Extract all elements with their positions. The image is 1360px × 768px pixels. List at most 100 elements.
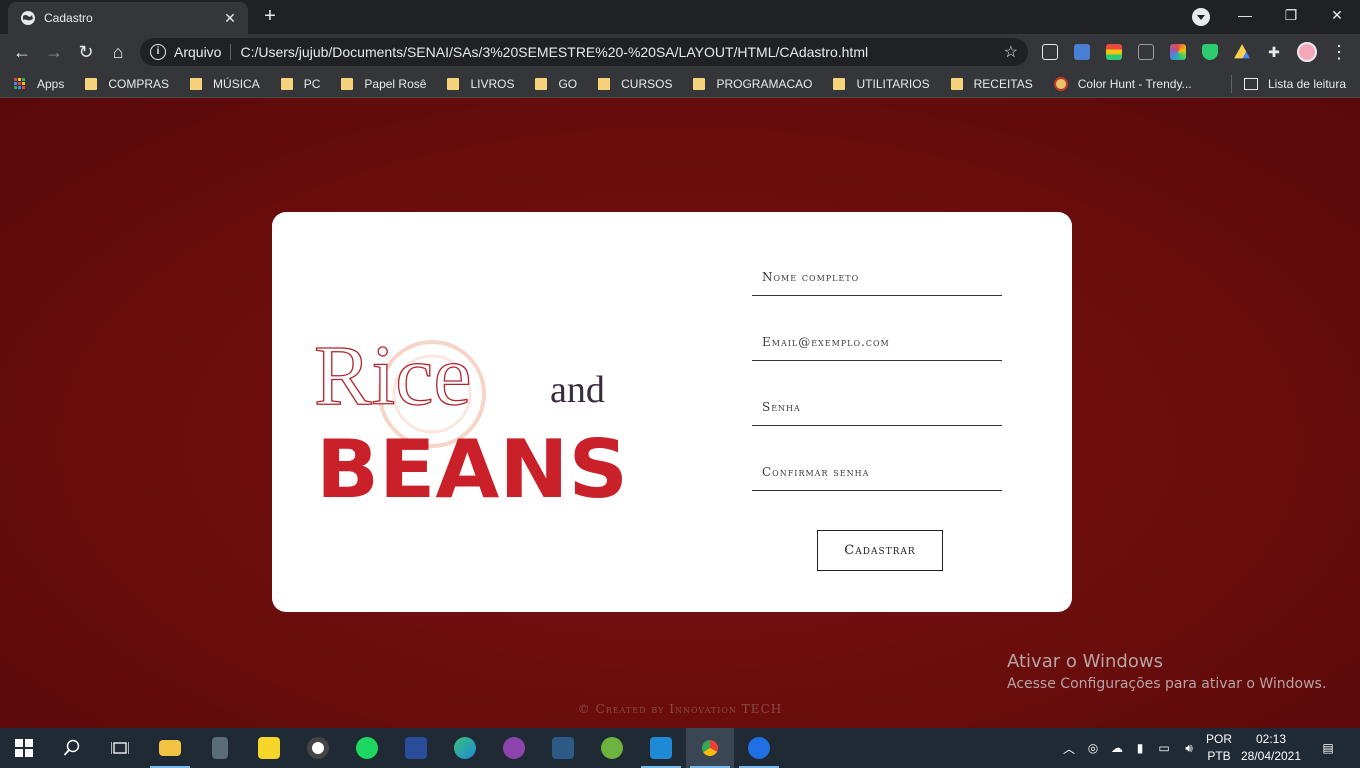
tab-title: Cadastro <box>44 11 93 25</box>
notification-center-icon[interactable]: ▤ <box>1318 728 1338 768</box>
register-button[interactable]: Cadastrar <box>817 530 943 571</box>
bookmark-pc[interactable]: PC <box>280 76 321 91</box>
tab-cadastro[interactable]: Cadastro ✕ <box>8 2 248 34</box>
disc-icon <box>307 737 329 759</box>
folder-icon <box>535 77 548 90</box>
reading-list-label: Lista de leitura <box>1267 76 1346 91</box>
taskbar-calculator[interactable] <box>196 728 244 768</box>
volume-icon[interactable]: 🔊︎ <box>1180 728 1198 768</box>
info-icon[interactable]: i <box>150 44 166 60</box>
github-icon <box>503 737 525 759</box>
taskbar-spotify[interactable] <box>343 728 391 768</box>
bookmark-cursos[interactable]: CURSOS <box>598 77 672 91</box>
bookmark-label: COMPRAS <box>108 76 170 91</box>
tab-search-icon[interactable] <box>1192 8 1210 26</box>
folder-icon <box>598 77 611 90</box>
bookmark-utilitarios[interactable]: UTILITARIOS <box>833 77 930 91</box>
logo-rice-text: Rice <box>314 327 472 423</box>
taskbar-edge[interactable] <box>441 728 489 768</box>
taskbar-word-app[interactable] <box>392 728 440 768</box>
task-view-icon <box>111 742 129 754</box>
bookmark-apps[interactable]: Apps <box>14 77 64 91</box>
clock-date: 28/04/2021 <box>1240 749 1302 763</box>
bookmark-compras[interactable]: COMPRAS <box>85 77 169 91</box>
taskbar-media-player[interactable] <box>294 728 342 768</box>
shield-icon[interactable] <box>1202 44 1218 60</box>
page-footer: © Created by Innovation TECH <box>577 702 783 716</box>
confirm-password-input[interactable] <box>752 453 1002 491</box>
taskbar-github-desktop[interactable] <box>490 728 538 768</box>
url-text[interactable]: C:/Users/jujub/Documents/SENAI/SAs/3%20S… <box>240 44 868 60</box>
globe-icon <box>21 11 35 25</box>
restore-button[interactable]: ❐ <box>1268 0 1314 30</box>
folder-icon <box>833 77 846 90</box>
folder-icon <box>280 77 293 90</box>
color-picker-icon[interactable] <box>1170 44 1186 60</box>
spotify-icon <box>356 737 378 759</box>
tray-meet-icon[interactable]: ◎ <box>1086 728 1100 768</box>
bookmark-label: LIVROS <box>470 76 515 91</box>
taskbar-vscode[interactable] <box>637 728 685 768</box>
taskbar-sticky-notes[interactable] <box>245 728 293 768</box>
reload-button[interactable]: ↻ <box>72 38 100 66</box>
extension-stack-icon[interactable] <box>1106 44 1122 60</box>
microphone-icon[interactable]: ▮ <box>1134 728 1146 768</box>
folder-icon <box>85 77 98 90</box>
bookmark-label: MÚSICA <box>213 76 260 91</box>
system-clock[interactable]: 02:13 28/04/2021 <box>1236 731 1306 765</box>
windows-activation-watermark: Ativar o Windows Acesse Configurações pa… <box>1007 651 1326 692</box>
folder-icon <box>190 77 203 90</box>
taskbar-spring-tool[interactable] <box>588 728 636 768</box>
reading-list-button[interactable]: Lista de leitura <box>1230 70 1346 97</box>
taskbar-mysql-workbench[interactable] <box>539 728 587 768</box>
start-button[interactable] <box>0 728 48 768</box>
translate-icon[interactable] <box>1074 44 1090 60</box>
folder-icon <box>159 740 181 756</box>
rice-and-beans-logo: Rice and BEANS <box>313 326 628 512</box>
bookmark-label: Papel Rosê <box>364 76 427 91</box>
taskbar-chrome[interactable] <box>686 728 734 768</box>
task-view-button[interactable] <box>96 728 144 768</box>
folder-icon <box>950 77 963 90</box>
bookmark-programacao[interactable]: PROGRAMACAO <box>693 77 812 91</box>
onedrive-cloud-icon[interactable]: ☁ <box>1108 728 1126 768</box>
profile-avatar[interactable] <box>1297 42 1317 62</box>
tab-strip: Cadastro ✕ + — ❐ ✕ <box>0 0 1360 34</box>
bookmark-livros[interactable]: LIVROS <box>447 77 514 91</box>
bookmark-papel-rose[interactable]: Papel Rosê <box>341 77 426 91</box>
bookmark-star-icon[interactable]: ☆ <box>1004 42 1018 62</box>
cast-icon[interactable] <box>1042 44 1058 60</box>
tray-chevron-up-icon[interactable]: ︿ <box>1062 728 1076 768</box>
network-icon[interactable]: ▭ <box>1156 728 1172 768</box>
bookmark-color-hunt[interactable]: Color Hunt - Trendy... <box>1053 76 1192 91</box>
full-name-input[interactable] <box>752 258 1002 296</box>
taskbar-app-blue[interactable] <box>735 728 783 768</box>
password-input[interactable] <box>752 388 1002 426</box>
taskbar-file-explorer[interactable] <box>146 728 194 768</box>
reader-icon[interactable] <box>1138 44 1154 60</box>
browser-toolbar: ← → ↻ ⌂ i Arquivo C:/Users/jujub/Documen… <box>0 34 1360 70</box>
search-button[interactable] <box>48 728 96 768</box>
edge-icon <box>454 737 476 759</box>
email-field-row <box>752 317 1002 382</box>
new-tab-button[interactable]: + <box>258 5 282 29</box>
tab-close-icon[interactable]: ✕ <box>222 10 238 27</box>
logo-and-text: and <box>550 369 605 411</box>
forward-button[interactable]: → <box>40 38 68 66</box>
menu-kebab-icon[interactable]: ⋮ <box>1325 38 1353 66</box>
email-input[interactable] <box>752 323 1002 361</box>
bookmark-receitas[interactable]: RECEITAS <box>950 77 1033 91</box>
extensions-puzzle-icon[interactable]: ✚ <box>1266 44 1282 60</box>
home-button[interactable]: ⌂ <box>104 38 132 66</box>
drive-icon[interactable] <box>1234 44 1250 59</box>
bookmark-label: PC <box>303 76 321 91</box>
language-indicator[interactable]: POR PTB <box>1204 731 1234 765</box>
bookmark-go[interactable]: GO <box>535 77 577 91</box>
back-button[interactable]: ← <box>8 38 36 66</box>
address-bar[interactable]: i Arquivo C:/Users/jujub/Documents/SENAI… <box>140 38 1028 66</box>
window-close-button[interactable]: ✕ <box>1314 0 1360 30</box>
bookmark-musica[interactable]: MÚSICA <box>190 77 260 91</box>
bookmark-label: GO <box>558 76 578 91</box>
minimize-button[interactable]: — <box>1222 0 1268 30</box>
windows-logo-icon <box>15 739 33 757</box>
